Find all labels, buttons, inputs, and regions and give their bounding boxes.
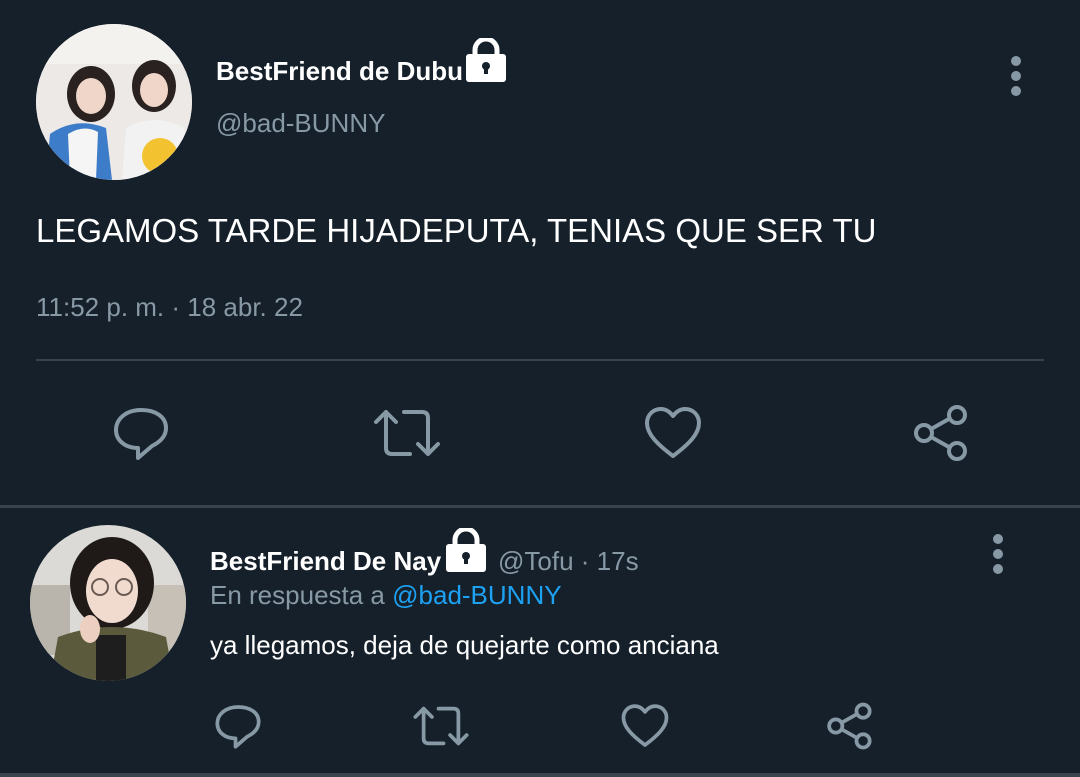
lock-icon (466, 38, 506, 82)
more-options-icon[interactable] (992, 534, 1004, 574)
replying-to-link[interactable]: @bad-BUNNY (392, 580, 561, 610)
reply-text: ya llegamos, deja de quejarte como ancia… (210, 630, 719, 660)
retweet-icon[interactable] (412, 702, 470, 750)
timestamp[interactable]: 11:52 p. m. · 18 abr. 22 (36, 292, 303, 323)
divider (36, 359, 1044, 361)
like-icon[interactable] (643, 404, 703, 462)
display-name[interactable]: BestFriend de Dubu (216, 56, 463, 87)
tweet-text: LEGAMOS TARDE HIJADEPUTA, TENIAS QUE SER… (36, 212, 877, 249)
share-icon[interactable] (824, 702, 874, 750)
section-divider (0, 505, 1080, 508)
more-options-icon[interactable] (1010, 56, 1022, 96)
handle[interactable]: @bad-BUNNY (216, 108, 385, 139)
lock-icon (446, 528, 486, 572)
retweet-icon[interactable] (372, 404, 442, 462)
avatar[interactable] (30, 525, 186, 681)
reply-icon[interactable] (112, 404, 170, 462)
replying-to-line: En respuesta a @bad-BUNNY (210, 580, 562, 611)
replying-prefix: En respuesta a (210, 580, 385, 610)
display-name[interactable]: BestFriend De Nay (210, 546, 441, 577)
share-icon[interactable] (910, 404, 970, 462)
like-icon[interactable] (620, 702, 670, 750)
handle-and-time[interactable]: @Tofu · 17s (498, 546, 639, 577)
bottom-divider (0, 773, 1080, 777)
reply-icon[interactable] (214, 702, 262, 750)
avatar[interactable] (36, 24, 192, 180)
